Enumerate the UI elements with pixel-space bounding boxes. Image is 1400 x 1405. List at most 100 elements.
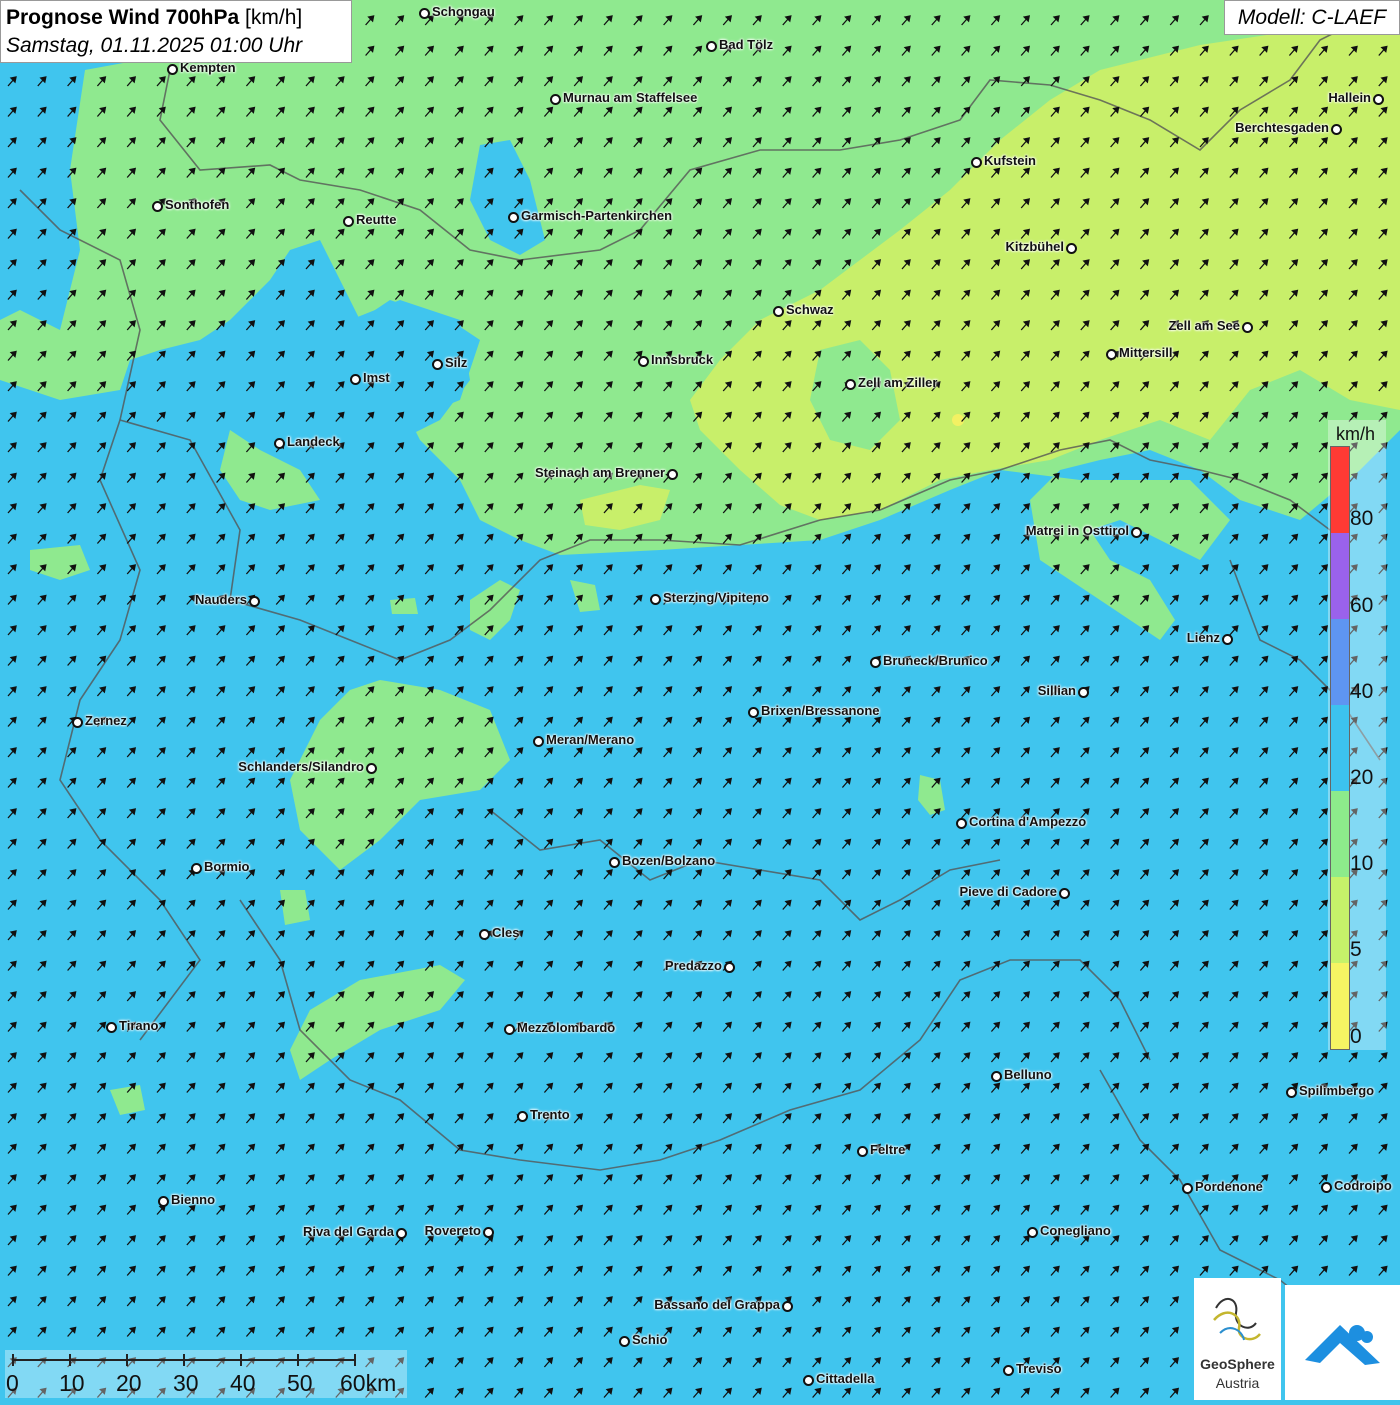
city-label: Cittadella: [816, 1371, 875, 1386]
city-marker: [1066, 243, 1077, 254]
city-label: Bienno: [171, 1192, 216, 1207]
city-label: Predazzo: [664, 958, 722, 973]
city-label: Berchtesgaden: [1235, 120, 1329, 135]
city-marker: [343, 216, 354, 227]
cloud-puff-2: [1361, 1331, 1373, 1343]
city-label: Kitzbühel: [1005, 239, 1065, 254]
city-marker: [1059, 888, 1070, 899]
city-label: Sonthofen: [165, 197, 230, 212]
city-label: Kempten: [180, 60, 236, 75]
city-label: Reutte: [356, 212, 397, 227]
city-marker: [870, 657, 881, 668]
city-marker: [724, 962, 735, 973]
wind-zone-10-20-blob9: [390, 598, 418, 614]
city-label: Meran/Merano: [546, 732, 635, 747]
legend-label: 5: [1350, 938, 1362, 961]
city-label: Kufstein: [984, 153, 1036, 168]
city-marker: [619, 1336, 630, 1347]
city-marker: [249, 596, 260, 607]
scalebar-label: 40: [230, 1370, 256, 1396]
city-label: Schwaz: [786, 302, 834, 317]
city-label: Sterzing/Vipiteno: [663, 590, 769, 605]
city-marker: [773, 306, 784, 317]
city-marker: [106, 1022, 117, 1033]
city-marker: [419, 8, 430, 19]
city-marker: [483, 1227, 494, 1238]
city-label: Garmisch-Partenkirchen: [521, 208, 673, 223]
city-marker: [274, 438, 285, 449]
legend-swatch: [1331, 963, 1349, 1049]
scalebar-label: 20: [116, 1370, 142, 1396]
city-marker: [396, 1228, 407, 1239]
city-label: Landeck: [287, 434, 340, 449]
city-label: Pieve di Cadore: [959, 884, 1057, 899]
city-marker: [508, 212, 519, 223]
city-marker: [1106, 349, 1117, 360]
city-marker: [609, 857, 620, 868]
city-label: Spilimbergo: [1299, 1083, 1375, 1098]
city-marker: [1321, 1182, 1332, 1193]
city-marker: [638, 356, 649, 367]
geosphere-logo-line1: GeoSphere: [1200, 1356, 1275, 1372]
city-label: Imst: [363, 370, 390, 385]
city-marker: [432, 359, 443, 370]
city-marker: [991, 1071, 1002, 1082]
title-unit: [km/h]: [245, 6, 303, 29]
city-marker: [803, 1375, 814, 1386]
city-marker: [158, 1196, 169, 1207]
city-marker: [748, 707, 759, 718]
city-marker: [1286, 1087, 1297, 1098]
scalebar-label: 0: [6, 1370, 19, 1396]
legend-swatch: [1331, 533, 1349, 619]
geosphere-logo-icon: [1213, 1298, 1261, 1341]
city-marker: [845, 379, 856, 390]
scalebar-label: 10: [59, 1370, 85, 1396]
city-label: Cortina d'Ampezzo: [969, 814, 1087, 829]
legend-label: 60: [1350, 594, 1374, 617]
city-label: Bassano del Grappa: [654, 1297, 780, 1312]
city-label: Sillian: [1037, 683, 1076, 698]
city-label: Silz: [445, 355, 468, 370]
city-marker: [1078, 687, 1089, 698]
city-label: Schio: [632, 1332, 668, 1347]
city-label: Pordenone: [1195, 1179, 1263, 1194]
city-marker: [191, 863, 202, 874]
city-label: Steinach am Brenner: [534, 465, 665, 480]
city-label: Codroipo: [1334, 1178, 1392, 1193]
legend-swatch: [1331, 619, 1349, 705]
city-label: Conegliano: [1040, 1223, 1111, 1238]
city-marker: [1373, 94, 1384, 105]
model-label: Modell: C-LAEF: [1224, 0, 1400, 35]
city-marker: [72, 717, 83, 728]
city-marker: [350, 374, 361, 385]
legend-swatch: [1331, 877, 1349, 963]
city-label: Schlanders/Silandro: [238, 759, 364, 774]
city-label: Nauders: [194, 592, 247, 607]
mountain-cloud-icon: [1305, 1325, 1380, 1365]
city-marker: [1222, 634, 1233, 645]
forecast-datetime: Samstag, 01.11.2025 01:00 Uhr: [6, 34, 303, 57]
city-marker: [504, 1024, 515, 1035]
city-label: Trento: [530, 1107, 570, 1122]
app-logo: [1285, 1285, 1400, 1400]
city-label: Treviso: [1016, 1361, 1062, 1376]
city-marker: [1027, 1227, 1038, 1238]
city-label: Riva del Garda: [302, 1224, 394, 1239]
title: Prognose Wind 700hPa [km/h]: [6, 4, 346, 32]
title-main: Prognose Wind 700hPa: [6, 6, 240, 29]
city-label: Innsbruck: [651, 352, 714, 367]
legend-unit: km/h: [1336, 424, 1376, 444]
legend-swatch: [1331, 705, 1349, 791]
city-marker: [706, 41, 717, 52]
city-label: Zernez: [85, 713, 127, 728]
city-label: Bruneck/Brunico: [883, 653, 988, 668]
city-label: Matrei in Osttirol: [1025, 523, 1129, 538]
geosphere-logo-line2: Austria: [1215, 1375, 1260, 1391]
city-marker: [517, 1111, 528, 1122]
legend-colorbar: [1330, 446, 1350, 1050]
city-label: Lienz: [1186, 630, 1220, 645]
city-label: Zell am See: [1168, 318, 1240, 333]
wind-zone-10-20-blob7: [280, 890, 310, 925]
city-marker: [971, 157, 982, 168]
legend-label: 80: [1350, 507, 1374, 530]
